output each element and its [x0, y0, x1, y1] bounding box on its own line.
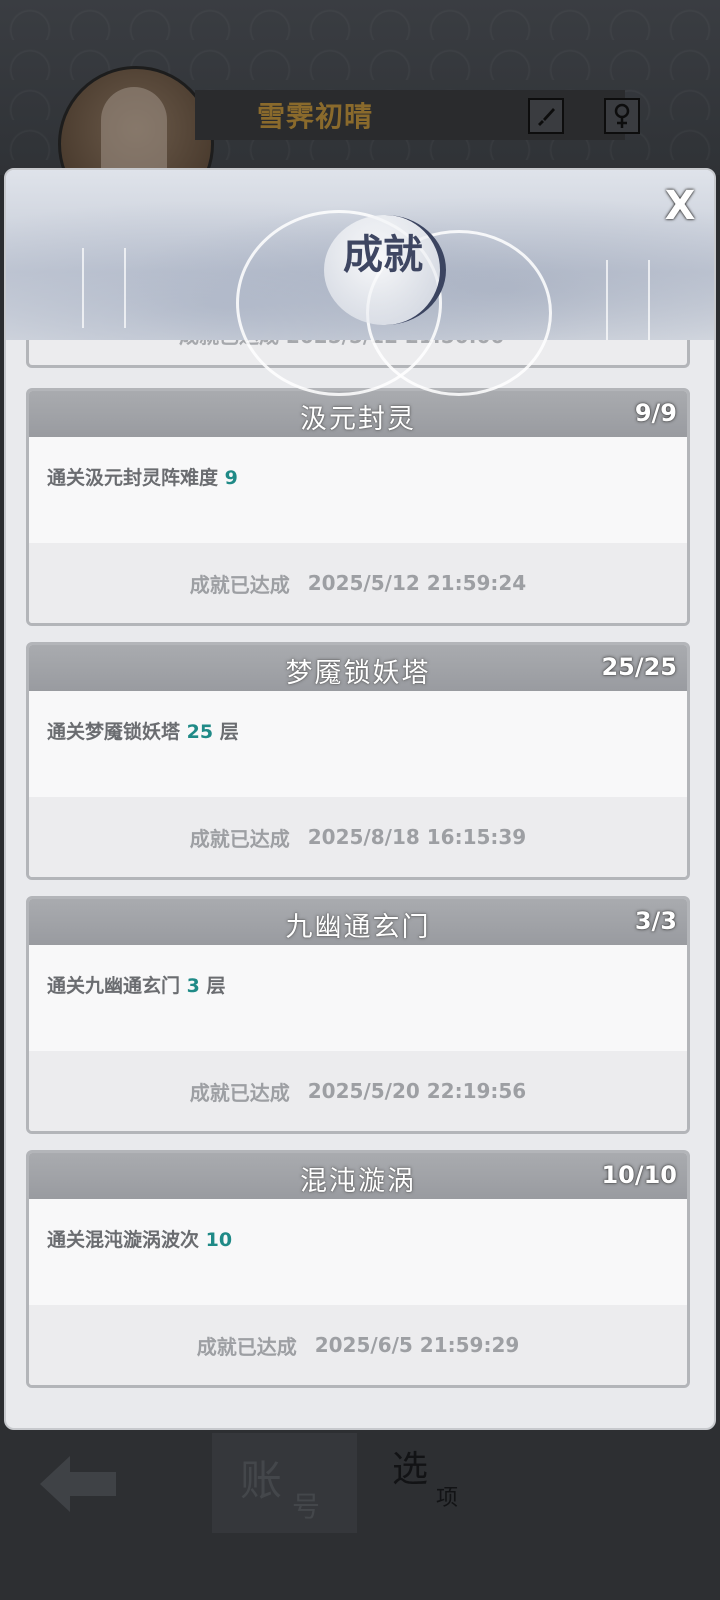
completion-date: 2025/5/20 22:19:56 — [307, 1079, 527, 1103]
card-footer: 成就已达成 2025/6/5 21:59:29 — [29, 1305, 687, 1385]
card-footer: 成就已达成 2025/5/12 21:59:24 — [29, 543, 687, 623]
back-arrow-icon[interactable] — [36, 1452, 120, 1527]
achievement-card: 九幽通玄门 3/3 通关九幽通玄门 3 层 成就已达成 2025/5/20 22… — [26, 896, 690, 1134]
card-title: 汲元封灵 — [300, 404, 416, 435]
tab-account-label-big: 账 — [240, 1456, 283, 1505]
tab-options[interactable]: 选 项 — [392, 1440, 492, 1520]
card-footer: 成就已达成 2025/5/20 22:19:56 — [29, 1051, 687, 1131]
desc-text: 通关汲元封灵阵难度 — [47, 467, 219, 489]
card-header: 汲元封灵 9/9 — [29, 391, 687, 437]
desc-value: 9 — [224, 467, 238, 489]
female-symbol-icon[interactable] — [604, 98, 640, 134]
completion-date: 2025/5/12 21:59:24 — [307, 571, 527, 595]
status-text: 成就已达成 — [189, 1080, 290, 1105]
close-button[interactable]: X — [660, 186, 700, 226]
player-name: 雪霁初晴 — [257, 100, 374, 133]
achievement-card: 混沌漩涡 10/10 通关混沌漩涡波次 10 成就已达成 2025/6/5 21… — [26, 1150, 690, 1388]
desc-value: 3 — [186, 975, 200, 997]
completion-date: 2025/8/18 16:15:39 — [307, 825, 527, 849]
card-description: 通关梦魇锁妖塔 25 层 — [47, 717, 239, 744]
card-description: 通关汲元封灵阵难度 9 — [47, 463, 238, 490]
achievement-modal: 成就已达成 2025/5/12 21:50:00 汲元封灵 9/9 通关汲元封灵… — [4, 168, 716, 1430]
card-progress: 9/9 — [634, 399, 677, 427]
card-title: 混沌漩涡 — [300, 1166, 416, 1197]
tab-account-label-small: 号 — [292, 1490, 321, 1523]
goblet-ornament — [82, 248, 126, 328]
desc-text: 通关混沌漩涡波次 — [47, 1229, 200, 1251]
desc-suffix: 层 — [213, 721, 239, 743]
desc-value: 25 — [186, 721, 214, 743]
completion-date: 2025/6/5 21:59:29 — [314, 1333, 520, 1357]
brush-icon[interactable] — [528, 98, 564, 134]
card-footer: 成就已达成 2025/8/18 16:15:39 — [29, 797, 687, 877]
desc-text: 通关九幽通玄门 — [47, 975, 181, 997]
card-header: 九幽通玄门 3/3 — [29, 899, 687, 945]
tab-options-label-big: 选 — [392, 1449, 429, 1490]
achievement-card: 汲元封灵 9/9 通关汲元封灵阵难度 9 成就已达成 2025/5/12 21:… — [26, 388, 690, 626]
status-text: 成就已达成 — [196, 1334, 297, 1359]
modal-title: 成就 — [343, 231, 423, 278]
status-text: 成就已达成 — [189, 826, 290, 851]
tab-options-label-small: 项 — [436, 1486, 459, 1511]
desc-value: 10 — [205, 1229, 233, 1251]
tab-account[interactable]: 账 号 — [212, 1433, 357, 1533]
desc-suffix: 层 — [199, 975, 226, 997]
card-title: 九幽通玄门 — [285, 912, 431, 943]
goblet-ornament — [606, 260, 650, 340]
card-description: 通关混沌漩涡波次 10 — [47, 1225, 232, 1252]
card-progress: 25/25 — [601, 653, 677, 681]
status-text: 成就已达成 — [189, 572, 290, 597]
achievement-card: 梦魇锁妖塔 25/25 通关梦魇锁妖塔 25 层 成就已达成 2025/8/18… — [26, 642, 690, 880]
card-description: 通关九幽通玄门 3 层 — [47, 971, 226, 998]
card-header: 混沌漩涡 10/10 — [29, 1153, 687, 1199]
card-progress: 3/3 — [634, 907, 677, 935]
desc-text: 通关梦魇锁妖塔 — [47, 721, 181, 743]
card-progress: 10/10 — [601, 1161, 677, 1189]
card-header: 梦魇锁妖塔 25/25 — [29, 645, 687, 691]
modal-banner: 成就 — [6, 170, 714, 396]
card-title: 梦魇锁妖塔 — [285, 658, 431, 689]
